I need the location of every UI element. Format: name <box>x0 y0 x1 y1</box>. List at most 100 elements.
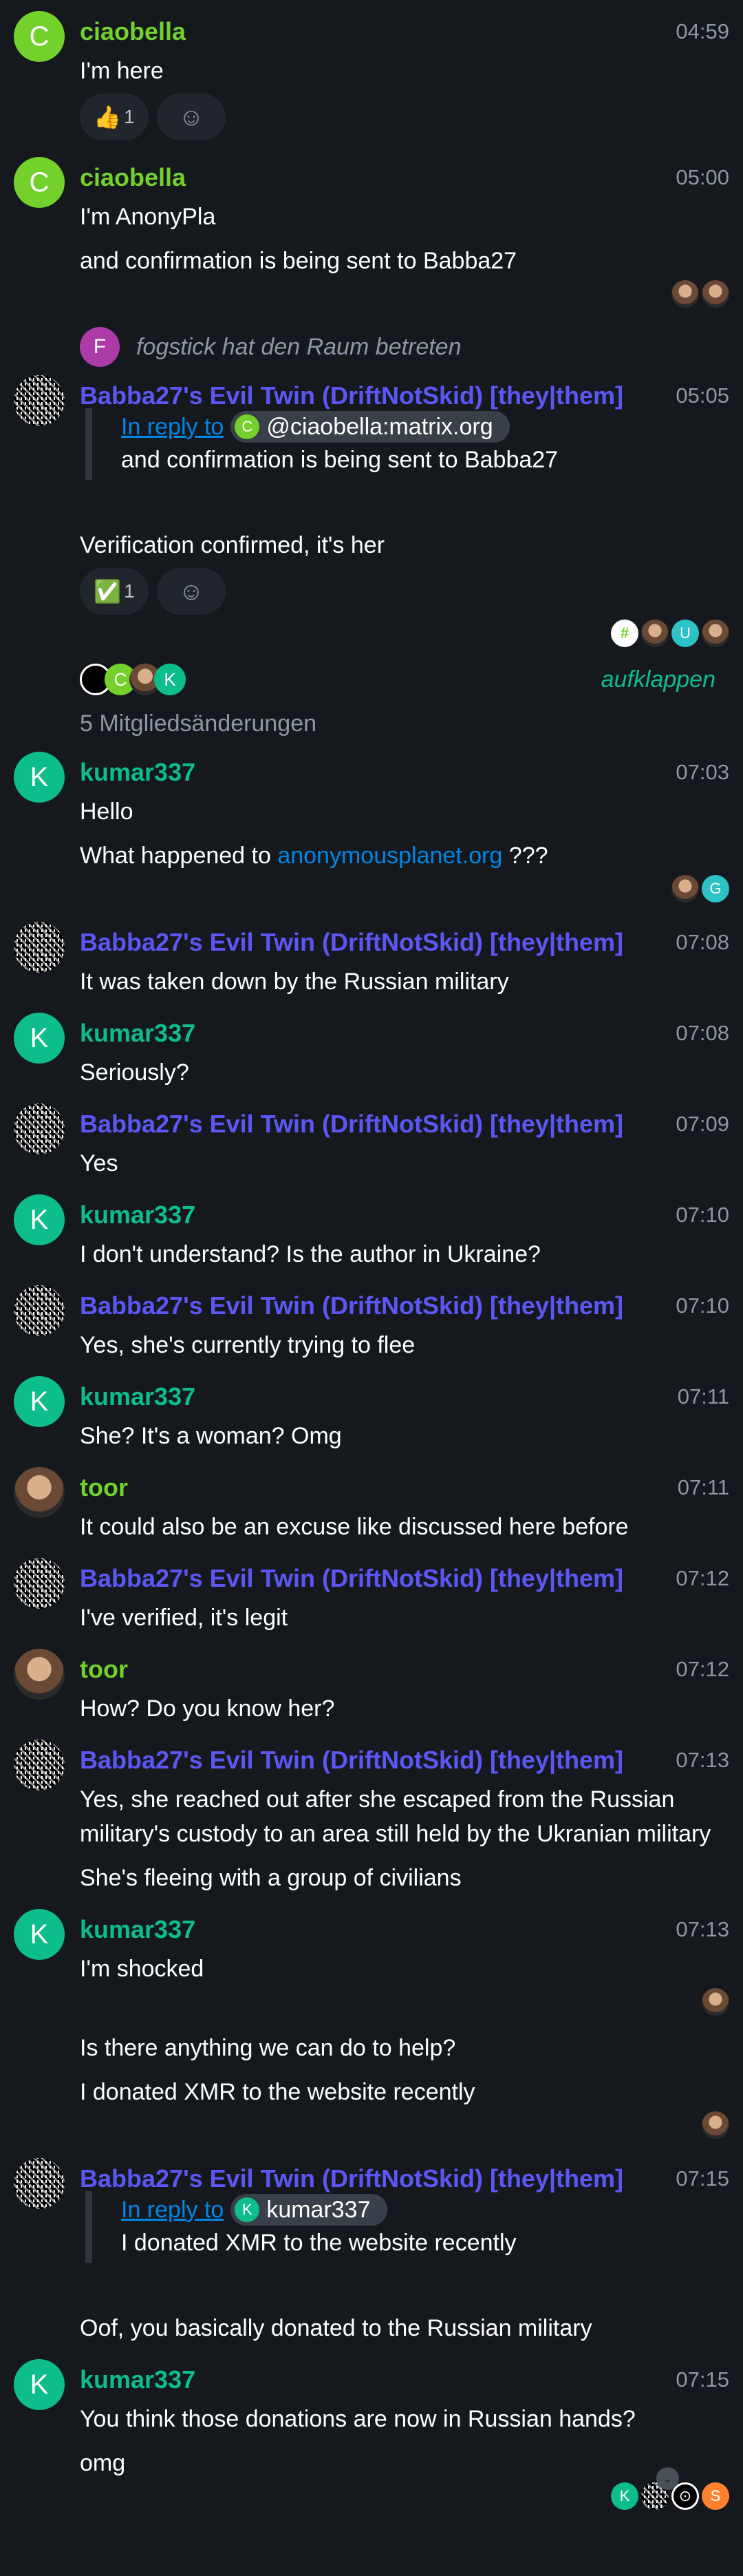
sender-avatar[interactable]: C <box>14 11 65 62</box>
jump-to-bottom-button[interactable]: ⌄ <box>656 2467 679 2490</box>
avatar[interactable]: F <box>80 327 120 367</box>
sender-name[interactable]: kumar337 <box>80 1382 195 1411</box>
timestamp: 07:15 <box>676 2367 729 2392</box>
read-receipts[interactable] <box>80 2111 729 2139</box>
read-receipts[interactable] <box>80 280 729 308</box>
sender-avatar[interactable]: K <box>14 1194 65 1245</box>
sender-avatar[interactable]: K <box>14 1376 65 1427</box>
reactions-row: ✅ 1 ☺︎ <box>80 568 729 615</box>
sender-avatar[interactable] <box>14 1467 65 1518</box>
sender-avatar[interactable]: K <box>14 2359 65 2410</box>
event-text: fogstick hat den Raum betreten <box>136 333 462 360</box>
reaction-count: 1 <box>124 106 135 127</box>
timestamp: 07:13 <box>676 1747 729 1772</box>
sender-name[interactable]: kumar337 <box>80 758 195 787</box>
message-header: ciaobella 05:00 <box>80 155 729 200</box>
sender-avatar[interactable] <box>14 1649 65 1700</box>
sender-name[interactable]: Babba27's Evil Twin (DriftNotSkid) [they… <box>80 928 623 957</box>
avatar: K <box>235 2197 260 2222</box>
sender-name[interactable]: toor <box>80 1655 128 1684</box>
sender-avatar[interactable]: K <box>14 752 65 803</box>
message: Kkumar337 07:11 She? It's a woman? Omg <box>0 1372 743 1453</box>
reply-quote[interactable]: In reply to Kkumar337 I donated XMR to the… <box>85 2191 729 2263</box>
message-header: kumar337 07:13 <box>80 1907 729 1952</box>
read-receipt-avatar: # <box>611 620 638 647</box>
sender-avatar[interactable] <box>14 375 65 426</box>
message-text: I'm AnonyPla <box>80 204 216 230</box>
read-receipt-avatar: S <box>702 2482 729 2510</box>
sender-name[interactable]: ciaobella <box>80 163 186 192</box>
timestamp: 07:13 <box>676 1917 729 1941</box>
timestamp: 07:08 <box>676 929 729 954</box>
summary-text: 5 Mitgliedsänderungen <box>80 710 317 737</box>
read-receipt-avatar: K <box>611 2482 638 2510</box>
user-pill[interactable]: Kkumar337 <box>230 2194 387 2226</box>
summary-avatars-row: C Kaufklappen <box>80 662 715 697</box>
sender-avatar[interactable]: K <box>14 1909 65 1960</box>
message-text: Oof, you basically donated to the Russia… <box>80 2315 592 2341</box>
timestamp: 07:09 <box>676 1111 729 1136</box>
message-text: I'm here <box>80 58 164 84</box>
sender-name[interactable]: kumar337 <box>80 2365 195 2394</box>
sender-name[interactable]: kumar337 <box>80 1019 195 1048</box>
message-text: She's fleeing with a group of civilians <box>80 1865 462 1891</box>
user-pill[interactable]: C @ciaobella:matrix.org <box>230 411 510 443</box>
sender-avatar[interactable]: C <box>14 157 65 208</box>
read-receipt-avatar <box>671 875 699 902</box>
message-header: ciaobella 04:59 <box>80 9 729 54</box>
sender-name[interactable]: ciaobella <box>80 17 186 46</box>
sender-name[interactable]: kumar337 <box>80 1915 195 1944</box>
in-reply-to-link[interactable]: In reply to <box>121 414 224 441</box>
timestamp: 07:15 <box>676 2166 729 2190</box>
sender-avatar[interactable] <box>14 1740 65 1791</box>
sender-name[interactable]: Babba27's Evil Twin (DriftNotSkid) [they… <box>80 1110 623 1139</box>
user-pill-name: kumar337 <box>266 2196 371 2223</box>
quoted-text: and confirmation is being sent to Babba2… <box>121 447 559 473</box>
message: Babba27's Evil Twin (DriftNotSkid) [they… <box>0 2154 743 2345</box>
read-receipts[interactable]: # U <box>80 620 729 647</box>
sender-name[interactable]: Babba27's Evil Twin (DriftNotSkid) [they… <box>80 1564 623 1593</box>
message: Babba27's Evil Twin (DriftNotSkid) [they… <box>0 1281 743 1362</box>
reaction-emoji: ✅ <box>94 579 122 604</box>
timestamp: 07:12 <box>676 1565 729 1590</box>
sender-name[interactable]: Babba27's Evil Twin (DriftNotSkid) [they… <box>80 1291 623 1320</box>
avatar: C <box>235 414 260 439</box>
message-text: Is there anything we can do to help? <box>80 2035 456 2061</box>
read-receipts[interactable]: K ⊙ S <box>80 2482 729 2510</box>
read-receipts[interactable] <box>80 1988 729 2016</box>
message: Babba27's Evil Twin (DriftNotSkid) [they… <box>0 1099 743 1181</box>
read-receipt-avatar <box>671 280 699 308</box>
member-changes-summary: C Kaufklappen 5 Mitgliedsänderungen <box>0 662 743 741</box>
sender-avatar[interactable] <box>14 1558 65 1609</box>
message-header: kumar337 07:08 <box>80 1011 729 1055</box>
sender-name[interactable]: Babba27's Evil Twin (DriftNotSkid) [they… <box>80 1746 623 1775</box>
add-reaction-button[interactable]: ☺︎ <box>157 568 226 615</box>
reaction-pill[interactable]: ✅ 1 <box>80 568 149 615</box>
sender-name[interactable]: Babba27's Evil Twin (DriftNotSkid) [they… <box>80 2164 623 2193</box>
sender-avatar[interactable] <box>14 1285 65 1336</box>
text-segment: What happened to <box>80 843 278 869</box>
sender-name[interactable]: kumar337 <box>80 1201 195 1229</box>
read-receipt-avatar <box>702 2111 729 2139</box>
read-receipt-avatar: G <box>702 875 729 902</box>
reaction-pill[interactable]: 👍 1 <box>80 94 149 140</box>
message-text: I'm shocked <box>80 1956 204 1982</box>
message-text: It was taken down by the Russian militar… <box>80 969 509 995</box>
message: Kkumar337 07:10 I don't understand? Is the… <box>0 1190 743 1271</box>
sender-avatar[interactable] <box>14 922 65 973</box>
add-reaction-button[interactable]: ☺︎ <box>157 94 226 140</box>
sender-avatar[interactable]: K <box>14 1013 65 1064</box>
url-link[interactable]: anonymousplanet.org <box>277 843 502 869</box>
expand-link[interactable]: aufklappen <box>601 666 715 693</box>
message-text: Seriously? <box>80 1059 189 1086</box>
sender-name[interactable]: toor <box>80 1473 128 1502</box>
sender-avatar[interactable] <box>14 1104 65 1154</box>
read-receipt-avatar <box>702 620 729 647</box>
read-receipts[interactable]: G <box>80 875 729 902</box>
sender-avatar[interactable] <box>14 2158 65 2209</box>
message: Cciaobella 04:59 I'm here 👍 1 ☺︎ <box>0 7 743 140</box>
message-header: Babba27's Evil Twin (DriftNotSkid) [they… <box>80 920 729 964</box>
reply-quote[interactable]: In reply to C @ciaobella:matrix.org and con… <box>85 408 729 480</box>
sender-name[interactable]: Babba27's Evil Twin (DriftNotSkid) [they… <box>80 381 623 410</box>
in-reply-to-link[interactable]: In reply to <box>121 2197 224 2224</box>
